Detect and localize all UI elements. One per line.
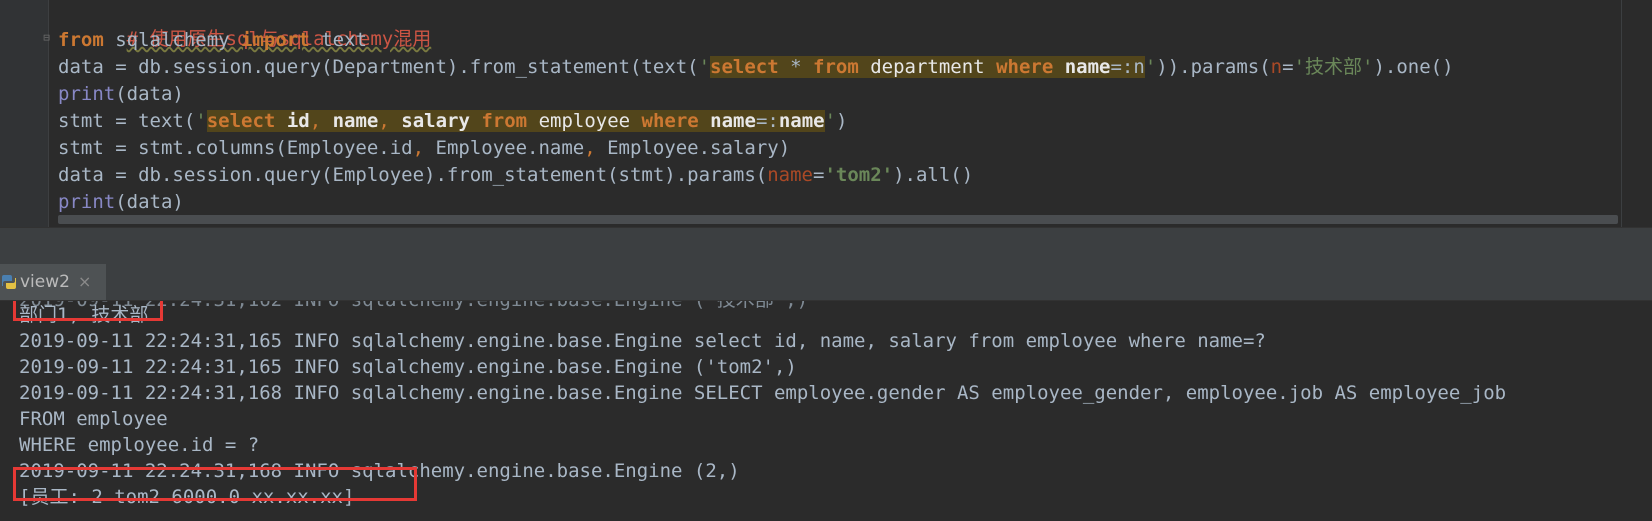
code-line-2: from sqlalchemy import text [58, 27, 1652, 54]
comma: , [412, 137, 425, 159]
sql-identifier: salary [401, 110, 470, 132]
sql-identifier: name [1064, 56, 1111, 78]
sql-text: * [778, 56, 814, 78]
sql-text: department [858, 56, 997, 78]
sql-text: =:n [1110, 56, 1145, 78]
import-name: text [309, 29, 367, 51]
sql-identifier: id [286, 110, 310, 132]
param-name: name [767, 164, 813, 186]
keyword-import: import [241, 29, 310, 51]
run-console-output[interactable]: 2019-09-11 22:24:31,162 INFO sqlalchemy.… [0, 301, 1652, 521]
editor-right-edge [1621, 0, 1622, 227]
code-line-8: print(data) [58, 189, 1652, 216]
code-segment: (data) [115, 191, 184, 213]
code-segment: data = db.session.query(Department).from… [58, 56, 699, 78]
comma: , [584, 137, 596, 159]
sql-keyword: from [813, 56, 859, 78]
param-name: n [1270, 56, 1283, 78]
code-line-1: # 使用原生sql与sqlalchemy混用 [58, 0, 1652, 50]
code-line-3: data = db.session.query(Department).from… [58, 54, 1652, 81]
quote: ' [195, 110, 207, 132]
code-segment: ).all() [893, 164, 974, 186]
sql-keyword: where [996, 56, 1054, 78]
sql-text: employee [527, 110, 642, 132]
builtin-print: print [58, 83, 116, 105]
module-name: sqlalchemy [103, 29, 242, 51]
code-lines[interactable]: # 使用原生sql与sqlalchemy混用 from sqlalchemy i… [58, 0, 1652, 216]
close-icon[interactable]: × [78, 264, 91, 300]
python-icon [2, 275, 16, 289]
sql-keyword: from [481, 110, 528, 132]
string-value: 'tom2' [824, 164, 894, 186]
equals: = [1282, 56, 1294, 78]
console-line-4: 2019-09-11 22:24:31,168 INFO sqlalchemy.… [19, 382, 1507, 404]
sql-comma: , [378, 110, 402, 132]
sql-identifier: name [332, 110, 379, 132]
quote: ' [824, 110, 837, 132]
horizontal-scrollbar[interactable] [58, 215, 1618, 224]
code-line-4: print(data) [58, 81, 1652, 108]
sql-keyword: select [206, 110, 276, 132]
code-segment: ).one() [1373, 56, 1454, 78]
code-line-7: data = db.session.query(Employee).from_s… [58, 162, 1652, 189]
code-editor[interactable]: ⊟ # 使用原生sql与sqlalchemy混用 from sqlalchemy… [0, 0, 1652, 227]
console-line-6: WHERE employee.id = ? [19, 434, 260, 456]
code-line-6: stmt = stmt.columns(Employee.id, Employe… [58, 135, 1652, 162]
sql-identifier: name [710, 110, 756, 132]
quote: ' [1144, 56, 1157, 78]
code-segment: Employee.salary) [595, 137, 791, 159]
console-line-3: 2019-09-11 22:24:31,165 INFO sqlalchemy.… [19, 356, 797, 378]
sql-highlight: select * from department where name=:n [710, 56, 1145, 78]
sql-text: =: [755, 110, 779, 132]
builtin-print: print [58, 191, 116, 213]
code-segment: (data) [115, 83, 184, 105]
highlight-box-department [13, 301, 163, 321]
equals: = [812, 164, 825, 186]
console-line-5: FROM employee [19, 408, 168, 430]
code-segment: data = db.session.query(Employee).from_s… [58, 164, 768, 186]
console-line-2: 2019-09-11 22:24:31,165 INFO sqlalchemy.… [19, 330, 1266, 352]
code-segment: stmt = text( [58, 110, 196, 132]
sql-keyword: select [710, 56, 779, 78]
code-segment: )).params( [1156, 56, 1271, 78]
sql-highlight: select id, name, salary from employee wh… [206, 110, 825, 132]
fold-icon[interactable]: ⊟ [41, 31, 52, 44]
code-segment: stmt = stmt.columns(Employee.id [58, 137, 413, 159]
sql-keyword: where [641, 110, 699, 132]
tab-label: view2 [20, 272, 70, 292]
code-segment: ) [836, 110, 848, 132]
panel-splitter[interactable] [0, 227, 1652, 265]
sql-identifier: name [778, 110, 825, 132]
quote: ' [698, 56, 711, 78]
code-line-5: stmt = text('select id, name, salary fro… [58, 108, 1652, 135]
code-segment: Employee.name [424, 137, 585, 159]
sql-comma: , [309, 110, 333, 132]
run-tab-bar: view2 × [0, 264, 1652, 301]
keyword-from: from [58, 29, 104, 51]
tab-view2[interactable]: view2 × [0, 264, 106, 300]
highlight-box-employee [13, 467, 417, 501]
string-value: '技术部' [1293, 56, 1374, 78]
